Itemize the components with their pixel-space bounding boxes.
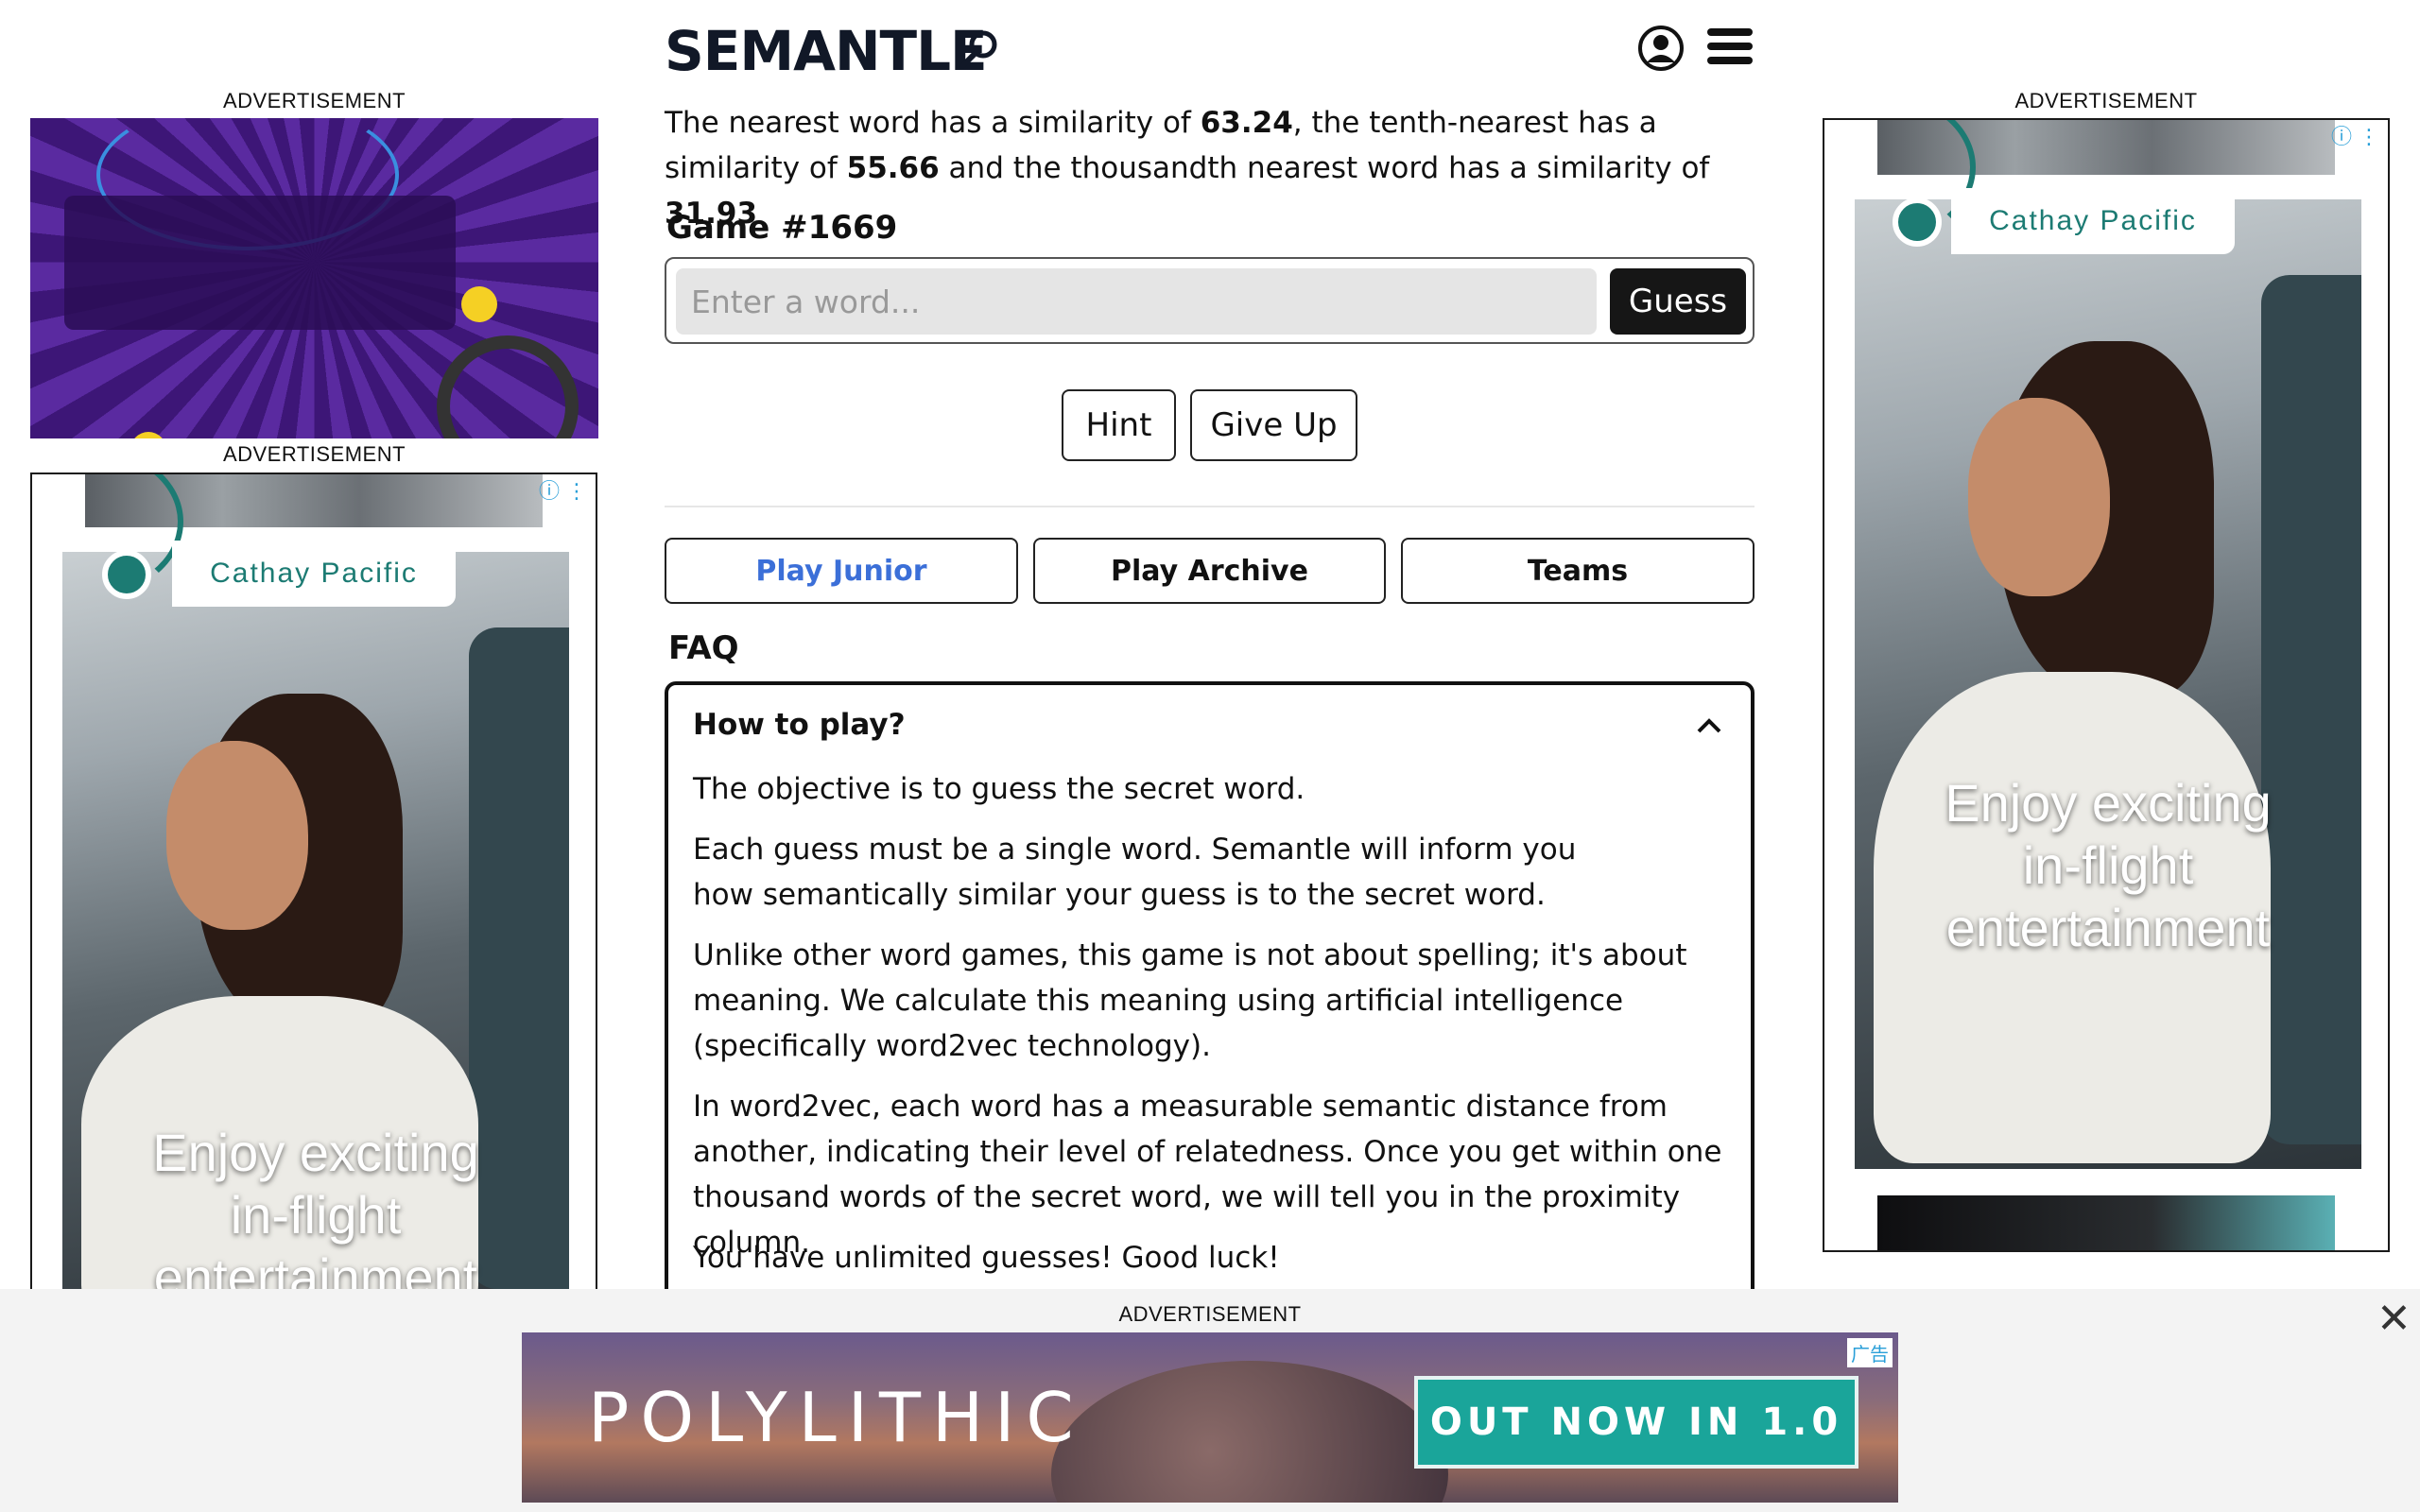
game-number: Game #1669 (666, 209, 898, 247)
route-dot (1893, 198, 1942, 247)
search-icon[interactable] (959, 28, 1000, 70)
nearest-similarity: 63.24 (1200, 106, 1293, 140)
cathay-brand-tag: Cathay Pacific (1951, 188, 2235, 254)
dome-graphic (1051, 1361, 1448, 1503)
tenth-similarity: 55.66 (846, 151, 940, 185)
ad-photo (1855, 199, 2361, 1169)
guess-input[interactable] (676, 268, 1597, 335)
ad-label-left-top: ADVERTISEMENT (222, 89, 406, 112)
polylithic-logo: POLYLITHIC (588, 1378, 1085, 1457)
woman-face (1968, 398, 2110, 596)
slogan-line-3: entertainment (1945, 898, 2271, 958)
woman-face (166, 741, 308, 930)
teams-button[interactable]: Teams (1401, 538, 1754, 604)
smiley-icon (130, 432, 166, 438)
intro-text-1: The nearest word has a similarity of (665, 106, 1201, 140)
play-junior-button[interactable]: Play Junior (665, 538, 1018, 604)
hint-button[interactable]: Hint (1062, 389, 1176, 461)
cathay-slogan: Enjoy exciting in-flight entertainment (62, 1122, 569, 1302)
ad-banner-cathay-left[interactable]: ⓘ ⋮ Cathay Pacific Enjoy exciting in-fli… (30, 472, 597, 1304)
faq-paragraph: Each guess must be a single word. Semant… (693, 833, 1577, 912)
chevron-up-icon[interactable] (1696, 717, 1722, 734)
ad-choices-icon[interactable]: 广告 (1847, 1338, 1893, 1367)
ad-banner-cathay-right[interactable]: ⓘ ⋮ Cathay Pacific Enjoy exciting in-fli… (1823, 118, 2390, 1252)
slogan-line-2: in-flight (2022, 835, 2194, 896)
intro-text-3: and the thousandth nearest word has a si… (939, 151, 1710, 185)
ad-info-icon[interactable]: ⓘ ⋮ (539, 474, 587, 505)
ad-info-icon[interactable]: ⓘ ⋮ (2331, 120, 2379, 150)
section-divider (665, 506, 1754, 507)
faq-paragraph: You have unlimited guesses! Good luck! (693, 1241, 1280, 1275)
faq-paragraph: Unlike other word games, this game is no… (693, 938, 1687, 1063)
ad-label-bottom: ADVERTISEMENT (1118, 1302, 1302, 1326)
ad-banner-bottom[interactable]: POLYLITHIC OUT NOW IN 1.0 广告 (522, 1332, 1898, 1503)
close-ad-icon[interactable]: ✕ (2377, 1295, 2411, 1343)
play-archive-button[interactable]: Play Archive (1033, 538, 1386, 604)
out-now-button[interactable]: OUT NOW IN 1.0 (1414, 1376, 1858, 1469)
hamburger-menu-icon[interactable] (1707, 28, 1753, 68)
site-logo[interactable]: SEMANTLE (665, 19, 988, 83)
slogan-line-1: Enjoy exciting (152, 1123, 479, 1182)
give-up-button[interactable]: Give Up (1190, 389, 1357, 461)
headphones-icon (437, 335, 579, 438)
ad-banner-left-top[interactable] (30, 118, 598, 438)
faq-question-how-to-play[interactable]: How to play? (693, 708, 906, 742)
ad-label-left-bottom: ADVERTISEMENT (222, 442, 406, 466)
route-dot (102, 550, 151, 599)
faq-title: FAQ (668, 629, 739, 667)
slogan-line-2: in-flight (230, 1185, 402, 1246)
guess-form: Guess (665, 257, 1754, 344)
faq-paragraph: The objective is to guess the secret wor… (693, 772, 1305, 806)
ad-label-right: ADVERTISEMENT (2014, 89, 2198, 112)
faq-accordion: How to play? The objective is to guess t… (665, 681, 1754, 1362)
user-circle-icon[interactable] (1637, 25, 1685, 72)
slogan-line-1: Enjoy exciting (1945, 773, 2272, 833)
cathay-brand-tag: Cathay Pacific (172, 541, 456, 607)
guess-button[interactable]: Guess (1610, 268, 1746, 335)
cathay-slogan: Enjoy exciting in-flight entertainment (1855, 772, 2361, 959)
ad-photo-strip-bottom (1877, 1195, 2335, 1250)
seat-graphic (2261, 275, 2361, 1144)
ad-screen-graphic (64, 196, 456, 330)
smiley-icon (461, 286, 497, 322)
